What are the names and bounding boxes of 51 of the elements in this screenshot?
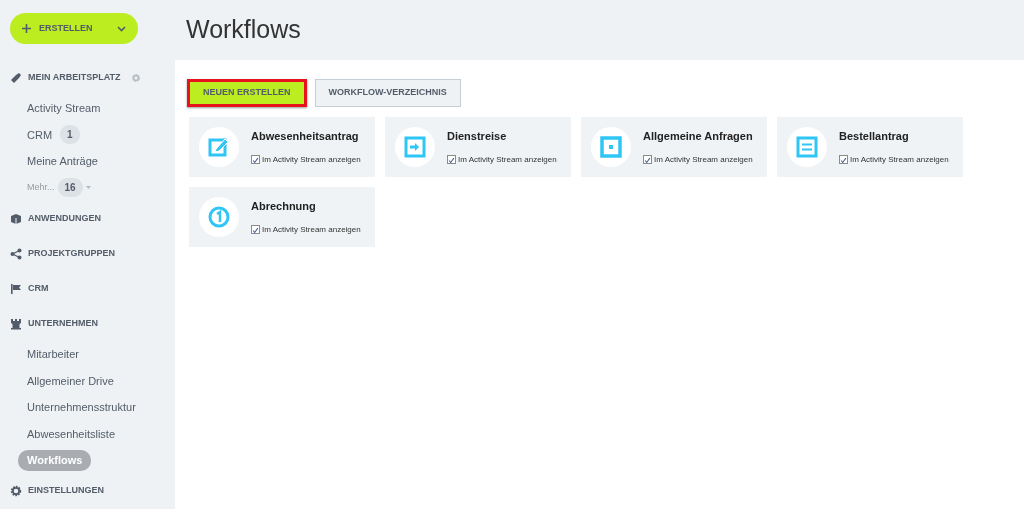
workflow-card[interactable]: Bestellantrag Im Activity Stream anzeigen — [777, 117, 963, 177]
menu-item[interactable]: Allgemeiner Drive — [27, 372, 114, 389]
checkbox[interactable] — [251, 155, 260, 165]
section-heading[interactable]: UNTERNEHMEN — [28, 316, 98, 331]
pin-icon — [10, 71, 22, 84]
section-heading[interactable]: CRM — [28, 281, 49, 296]
workflow-card[interactable]: Abwesenheitsantrag Im Activity Stream anzeigen — [189, 117, 375, 177]
flag-icon — [10, 282, 22, 295]
section-heading[interactable]: EINSTELLUNGEN — [28, 484, 104, 498]
checkbox-label: Im Activity Stream anzeigen — [262, 223, 361, 236]
checkbox[interactable] — [251, 225, 260, 235]
checkbox-label: Im Activity Stream anzeigen — [262, 153, 361, 166]
workflow-title[interactable]: Dienstreise — [447, 128, 557, 145]
section-heading[interactable]: PROJEKTGRUPPEN — [28, 246, 116, 261]
workflow-title[interactable]: Abwesenheitsantrag — [251, 128, 361, 145]
workflow-title[interactable]: Allgemeine Anfragen — [643, 128, 753, 145]
page-title: Workflows — [186, 14, 302, 44]
workflow-title[interactable]: Abrechnung — [251, 198, 361, 215]
create-workflow-button[interactable]: NEUEN ERSTELLEN — [187, 79, 307, 107]
chevron-down-icon — [117, 25, 126, 32]
menu-item[interactable]: Unternehmensstruktur — [27, 399, 136, 416]
menu-item[interactable]: Activity Stream — [27, 100, 101, 117]
workflow-title[interactable]: Bestellantrag — [839, 128, 949, 145]
checkbox-label: Im Activity Stream anzeigen — [654, 153, 753, 166]
create-button[interactable]: ERSTELLEN — [10, 13, 138, 44]
workflow-card[interactable]: Abrechnung Im Activity Stream anzeigen — [189, 187, 375, 247]
checkbox[interactable] — [643, 155, 652, 165]
checkbox-label: Im Activity Stream anzeigen — [458, 153, 557, 166]
plus-icon — [22, 24, 31, 33]
section-heading[interactable]: MEIN ARBEITSPLATZ — [28, 70, 121, 85]
tower-icon — [10, 317, 22, 330]
box-icon — [10, 212, 22, 225]
count-badge: 16 — [57, 178, 83, 198]
directory-button[interactable]: WORKFLOW-VERZEICHNIS — [314, 79, 461, 107]
menu-item[interactable]: Abwesenheitsliste — [27, 425, 116, 442]
count-badge: 1 — [60, 125, 80, 145]
checkbox[interactable] — [839, 155, 848, 165]
number-icon — [208, 206, 230, 228]
workflow-card[interactable]: Allgemeine Anfragen Im Activity Stream anzeigen — [581, 117, 767, 177]
checkbox[interactable] — [447, 155, 456, 165]
square-icon — [600, 136, 622, 158]
menu-item[interactable]: CRM — [27, 126, 53, 143]
workflow-card[interactable]: Dienstreise Im Activity Stream anzeigen — [385, 117, 571, 177]
settings-icon — [10, 485, 22, 497]
checkbox-label: Im Activity Stream anzeigen — [850, 153, 949, 166]
document-icon — [796, 136, 818, 158]
edit-icon — [208, 136, 230, 158]
section-heading[interactable]: ANWENDUNGEN — [28, 211, 101, 226]
share-icon — [10, 247, 22, 260]
menu-item[interactable]: Mitarbeiter — [27, 346, 79, 363]
menu-item[interactable]: Meine Anträge — [27, 153, 98, 170]
